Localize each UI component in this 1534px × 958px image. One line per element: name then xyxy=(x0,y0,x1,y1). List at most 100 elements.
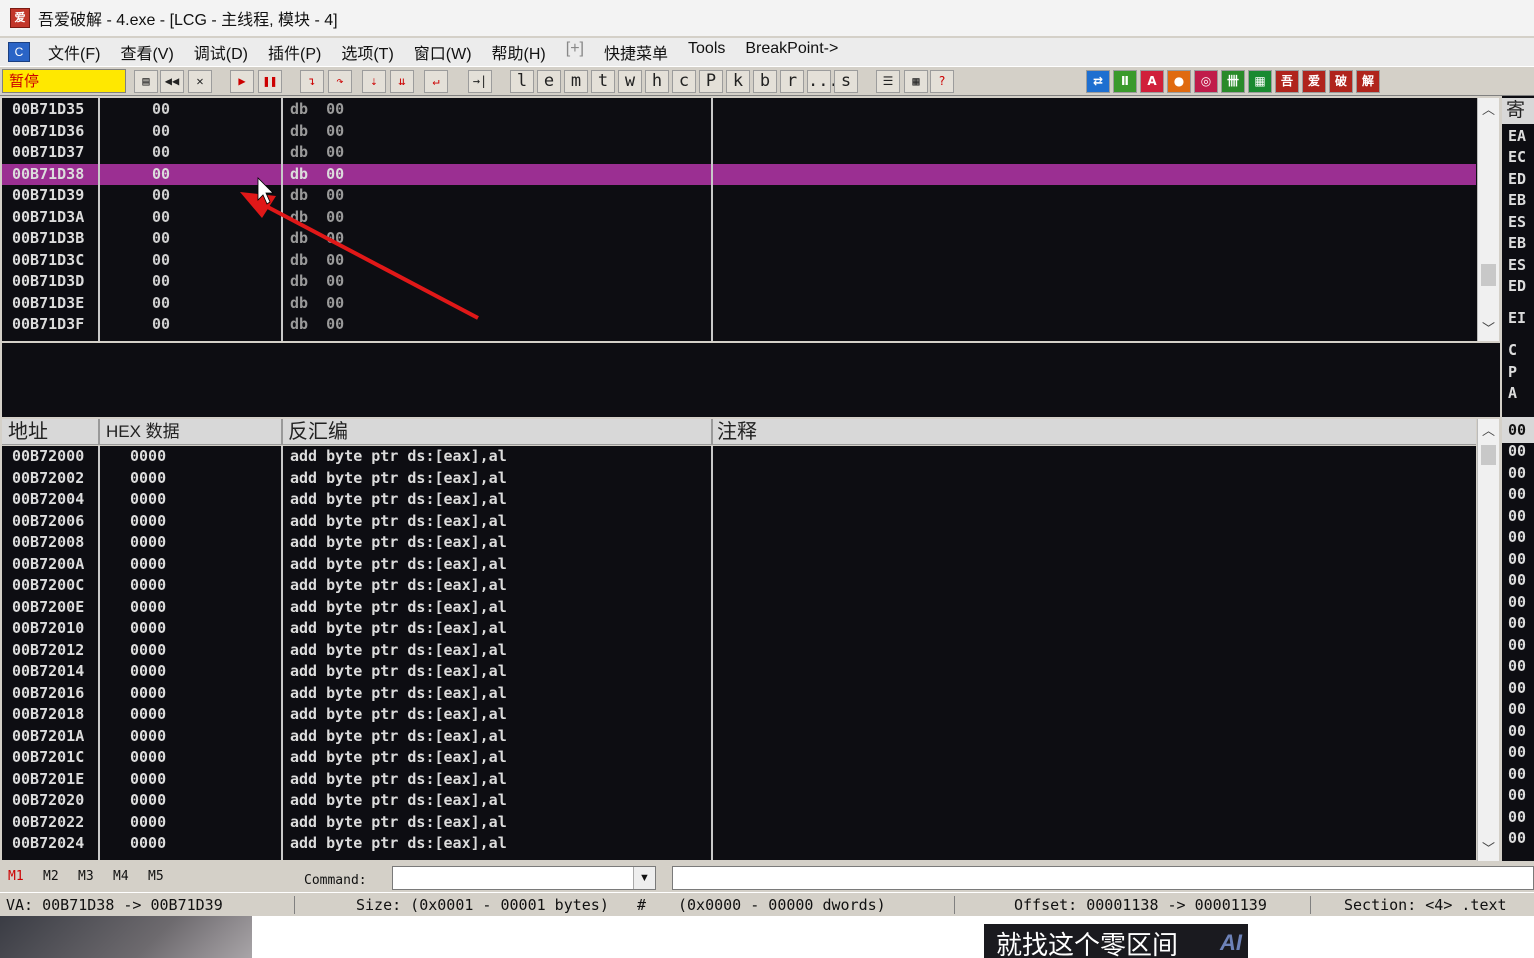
disasm-row[interactable]: 00B7200C 0000 add byte ptr ds:[eax],al xyxy=(2,575,1476,596)
register-label[interactable]: EC xyxy=(1508,147,1526,168)
stack-cell[interactable]: 00 xyxy=(1508,656,1526,677)
plugin-icon[interactable]: 卌 xyxy=(1221,70,1245,93)
toolbar-button-k[interactable]: k xyxy=(726,70,750,93)
disasm-row[interactable]: 00B72004 0000 add byte ptr ds:[eax],al xyxy=(2,489,1476,510)
execute-till-return-icon[interactable]: ↵ xyxy=(424,70,448,93)
disassembly-main-pane[interactable]: 00B72000 0000 add byte ptr ds:[eax],al 00B7… xyxy=(2,446,1476,860)
stack-cell[interactable]: 00 xyxy=(1508,635,1526,656)
stack-cell[interactable]: 00 xyxy=(1508,721,1526,742)
disasm-row[interactable]: 00B71D3B 00 db 00 xyxy=(2,228,1476,249)
toolbar-button-t[interactable]: t xyxy=(591,70,615,93)
main-pane-scrollbar[interactable]: ︿ ﹀ xyxy=(1477,419,1499,861)
disasm-row[interactable]: 00B71D3F 00 db 00 xyxy=(2,314,1476,335)
toolbar-button-e[interactable]: e xyxy=(537,70,561,93)
stack-cell[interactable]: 00 xyxy=(1508,699,1526,720)
menu-item[interactable]: BreakPoint-> xyxy=(735,40,848,64)
plugin-icon[interactable]: 爱 xyxy=(1302,70,1326,93)
toolbar-button-h[interactable]: h xyxy=(645,70,669,93)
register-label[interactable]: A xyxy=(1508,383,1517,404)
disasm-row[interactable]: 00B71D3D 00 db 00 xyxy=(2,271,1476,292)
stack-cell[interactable]: 00 xyxy=(1508,785,1526,806)
disasm-row[interactable]: 00B71D3E 00 db 00 xyxy=(2,293,1476,314)
stack-cell[interactable]: 00 xyxy=(1508,570,1526,591)
toolbar-button-s[interactable]: s xyxy=(834,70,858,93)
toolbar-button-P[interactable]: P xyxy=(699,70,723,93)
disasm-row[interactable]: 00B72002 0000 add byte ptr ds:[eax],al xyxy=(2,468,1476,489)
toolbar-button-r[interactable]: r xyxy=(780,70,804,93)
plugin-icon[interactable]: Ⅱ xyxy=(1113,70,1137,93)
column-divider[interactable] xyxy=(281,98,283,341)
disasm-row[interactable]: 00B72024 0000 add byte ptr ds:[eax],al xyxy=(2,833,1476,854)
stack-cell[interactable]: 00 xyxy=(1508,549,1526,570)
stack-cell[interactable]: 00 xyxy=(1508,764,1526,785)
stack-cell[interactable]: 00 xyxy=(1508,828,1526,849)
dump-tab-m5[interactable]: M5 xyxy=(148,869,164,884)
disasm-row[interactable]: 00B72010 0000 add byte ptr ds:[eax],al xyxy=(2,618,1476,639)
menu-item[interactable]: 窗口(W) xyxy=(404,40,482,64)
disassembly-top-pane[interactable]: 00B71D35 00 db 00 00B71D36 00 db 00 00B71D37 00… xyxy=(2,98,1478,341)
registers-pane[interactable]: 寄 EA EC ED EB ES EB ES ED EI C P A 00 00 00 00 00 00 00 0… xyxy=(1502,96,1534,861)
step-into-icon[interactable]: ↴ xyxy=(300,70,324,93)
register-label[interactable]: ES xyxy=(1508,212,1526,233)
menu-item[interactable]: 文件(F) xyxy=(38,40,110,64)
grid-icon[interactable]: ▦ xyxy=(904,70,928,93)
disasm-row[interactable]: 00B72016 0000 add byte ptr ds:[eax],al xyxy=(2,683,1476,704)
disasm-row[interactable]: 00B7200E 0000 add byte ptr ds:[eax],al xyxy=(2,597,1476,618)
toolbar-button-...[interactable]: ... xyxy=(807,70,839,93)
plugin-icon[interactable]: ◎ xyxy=(1194,70,1218,93)
register-label[interactable]: ED xyxy=(1508,169,1526,190)
stack-cell[interactable]: 00 xyxy=(1508,441,1526,462)
dump-tab-m1[interactable]: M1 xyxy=(8,869,24,884)
stack-cell[interactable]: 00 xyxy=(1508,807,1526,828)
open-icon[interactable]: ▤ xyxy=(134,70,158,93)
scroll-up-icon[interactable]: ︿ xyxy=(1478,422,1499,440)
step-over-icon[interactable]: ↷ xyxy=(328,70,352,93)
disasm-row[interactable]: 00B71D3C 00 db 00 xyxy=(2,250,1476,271)
menu-item[interactable]: 查看(V) xyxy=(110,40,183,64)
disasm-row[interactable]: 00B72006 0000 add byte ptr ds:[eax],al xyxy=(2,511,1476,532)
disasm-row[interactable]: 00B72018 0000 add byte ptr ds:[eax],al xyxy=(2,704,1476,725)
disasm-row[interactable]: 00B71D36 00 db 00 xyxy=(2,121,1476,142)
stack-cell[interactable]: 00 xyxy=(1508,678,1526,699)
app-icon[interactable]: 爱 xyxy=(10,8,30,28)
disasm-row[interactable]: 00B7201C 0000 add byte ptr ds:[eax],al xyxy=(2,747,1476,768)
column-divider[interactable] xyxy=(711,446,713,860)
dump-tab-m3[interactable]: M3 xyxy=(78,869,94,884)
disasm-row[interactable]: 00B7201A 0000 add byte ptr ds:[eax],al xyxy=(2,726,1476,747)
register-label[interactable]: P xyxy=(1508,362,1517,383)
plugin-icon[interactable]: A xyxy=(1140,70,1164,93)
stack-cell[interactable]: 00 xyxy=(1508,613,1526,634)
plugin-icon[interactable]: ● xyxy=(1167,70,1191,93)
toolbar-button-w[interactable]: w xyxy=(618,70,642,93)
register-label[interactable]: EB xyxy=(1508,233,1526,254)
menu-item[interactable]: 插件(P) xyxy=(258,40,331,64)
dump-tab-m4[interactable]: M4 xyxy=(113,869,129,884)
goto-icon[interactable]: →| xyxy=(468,70,492,93)
plugin-icon[interactable]: 破 xyxy=(1329,70,1353,93)
close-icon[interactable]: ✕ xyxy=(188,70,212,93)
register-label[interactable]: EA xyxy=(1508,126,1526,147)
scroll-up-icon[interactable]: ︿ xyxy=(1478,101,1499,119)
column-divider[interactable] xyxy=(711,98,713,341)
disasm-row[interactable]: 00B72000 0000 add byte ptr ds:[eax],al xyxy=(2,446,1476,467)
header-comment[interactable]: 注释 xyxy=(717,419,757,445)
header-disassembly[interactable]: 反汇编 xyxy=(288,419,348,445)
scroll-down-icon[interactable]: ﹀ xyxy=(1478,840,1499,858)
list-icon[interactable]: ☰ xyxy=(876,70,900,93)
disasm-row[interactable]: 00B72008 0000 add byte ptr ds:[eax],al xyxy=(2,532,1476,553)
stack-cell[interactable]: 00 xyxy=(1508,592,1526,613)
column-divider[interactable] xyxy=(281,446,283,860)
toolbar-button-m[interactable]: m xyxy=(564,70,588,93)
scroll-thumb[interactable] xyxy=(1481,264,1496,286)
disasm-row[interactable]: 00B72014 0000 add byte ptr ds:[eax],al xyxy=(2,661,1476,682)
disasm-row[interactable]: 00B72022 0000 add byte ptr ds:[eax],al xyxy=(2,812,1476,833)
menu-item[interactable]: 选项(T) xyxy=(331,40,403,64)
plugin-icon[interactable]: 吾 xyxy=(1275,70,1299,93)
disasm-row[interactable]: 00B72012 0000 add byte ptr ds:[eax],al xyxy=(2,640,1476,661)
dump-tab-m2[interactable]: M2 xyxy=(43,869,59,884)
register-label[interactable]: ES xyxy=(1508,255,1526,276)
plugin-icon[interactable]: ⇄ xyxy=(1086,70,1110,93)
header-address[interactable]: 地址 xyxy=(8,419,48,445)
stack-cell[interactable]: 00 xyxy=(1508,506,1526,527)
plugin-icon[interactable]: ▦ xyxy=(1248,70,1272,93)
